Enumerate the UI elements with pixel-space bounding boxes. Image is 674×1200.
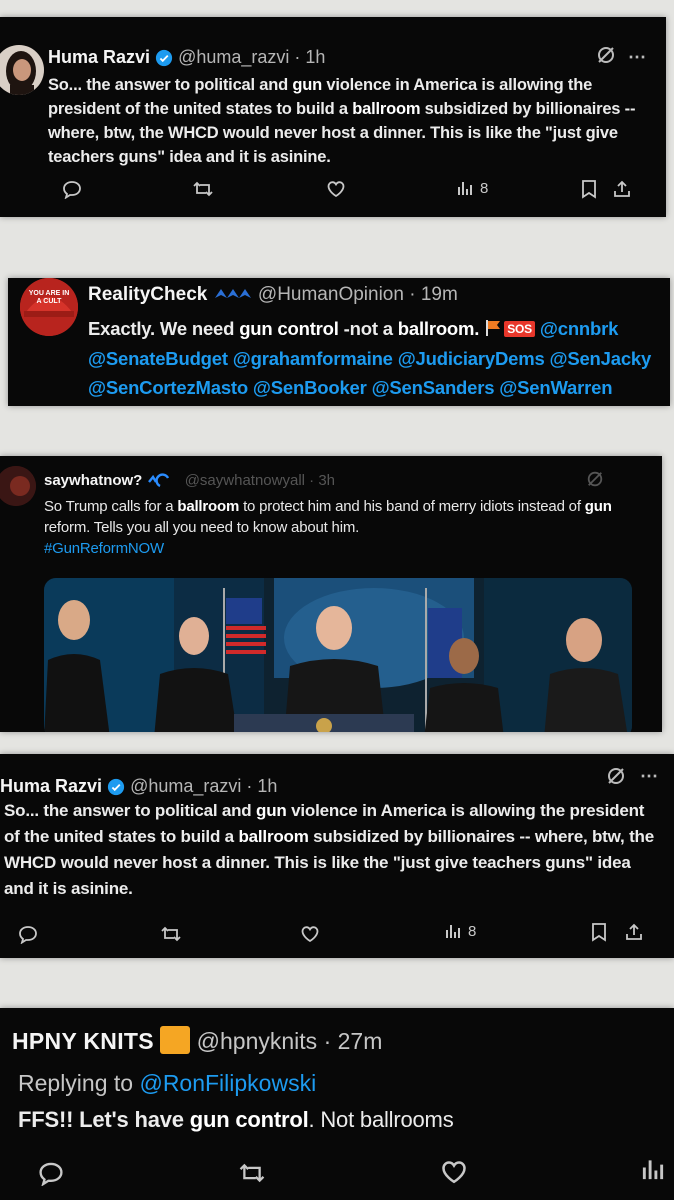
tweet-header: saywhatnow? @saywhatnowyall · 3h	[44, 472, 335, 489]
views-count: 8	[480, 179, 489, 197]
orange-square-emoji-icon	[160, 1026, 191, 1054]
replying-to: Replying to @RonFilipkowski	[18, 1070, 317, 1096]
display-name[interactable]: HPNY KNITS	[12, 1028, 154, 1054]
avatar[interactable]	[0, 45, 44, 95]
share-icon	[626, 923, 642, 940]
avatar[interactable]: YOU ARE IN A CULT	[20, 278, 78, 336]
share-icon	[614, 180, 630, 197]
bookmark-button[interactable]	[590, 922, 608, 942]
avatar-photo-icon	[0, 45, 44, 95]
reply-icon	[63, 181, 81, 199]
handle[interactable]: @hpnyknits	[197, 1028, 318, 1054]
repost-icon	[239, 1163, 265, 1183]
display-name[interactable]: RealityCheck	[88, 284, 207, 305]
views-button[interactable]: 8	[456, 179, 488, 197]
timestamp[interactable]: · 27m	[324, 1028, 383, 1054]
avatar-photo-icon	[0, 466, 36, 506]
bookmark-button[interactable]	[580, 179, 598, 199]
views-bar-icon	[458, 182, 472, 195]
verified-badge-icon	[155, 50, 173, 67]
more-icon[interactable]: ⋯	[640, 766, 658, 787]
attached-photo[interactable]	[44, 578, 632, 732]
press-event-photo-icon	[44, 578, 632, 732]
share-button[interactable]	[612, 179, 632, 199]
share-button[interactable]	[624, 922, 644, 942]
reply-icon	[39, 1162, 63, 1186]
views-bar-icon	[446, 925, 460, 938]
avatar[interactable]	[0, 466, 36, 506]
timestamp[interactable]: · 1h	[246, 776, 277, 796]
grok-icon[interactable]	[606, 766, 626, 791]
timestamp[interactable]: · 19m	[409, 284, 458, 305]
bookmark-icon	[592, 923, 606, 942]
heart-icon	[327, 181, 345, 198]
handle[interactable]: @saywhatnowyall	[185, 472, 305, 489]
views-count: 8	[468, 922, 477, 940]
reply-icon	[19, 926, 37, 944]
reply-button[interactable]	[18, 924, 38, 944]
like-button[interactable]	[300, 924, 320, 944]
display-name[interactable]: Huma Razvi	[48, 47, 150, 67]
display-name[interactable]: saywhatnow?	[44, 472, 142, 489]
mention-line[interactable]: @SenCortezMasto @SenBooker @SenSanders @…	[88, 377, 613, 398]
tweet-header: Huma Razvi @huma_razvi · 1h	[48, 47, 325, 68]
reply-button[interactable]	[38, 1160, 64, 1186]
mention-line[interactable]: @SenateBudget @grahamformaine @Judiciary…	[88, 348, 651, 369]
views-bar-icon	[642, 1160, 664, 1180]
tweet-card-1[interactable]: Huma Razvi @huma_razvi · 1h ⋯ So... the …	[0, 17, 666, 217]
bookmark-icon	[582, 180, 596, 199]
like-button[interactable]	[326, 179, 346, 199]
repost-button[interactable]	[238, 1160, 266, 1186]
heart-icon	[442, 1161, 466, 1184]
handle[interactable]: @HumanOpinion	[258, 284, 404, 305]
reply-target-link[interactable]: @RonFilipkowski	[139, 1070, 316, 1096]
tweet-card-3[interactable]: saywhatnow? @saywhatnowyall · 3h So Trum…	[0, 456, 662, 732]
verified-badge-icon	[107, 779, 125, 796]
red-cap-icon	[20, 278, 78, 336]
grok-icon[interactable]	[596, 45, 616, 70]
tweet-card-4[interactable]: Huma Razvi @huma_razvi · 1h ⋯ So... the …	[0, 754, 674, 958]
wave-emoji-icon	[147, 473, 169, 488]
heart-icon	[301, 926, 319, 943]
timestamp[interactable]: · 1h	[294, 47, 325, 67]
mention[interactable]: @cnnbrk	[540, 318, 619, 339]
tweet-header: Huma Razvi @huma_razvi · 1h	[0, 776, 277, 797]
tweet-text: FFS!! Let's have gun control. Not ballro…	[18, 1107, 454, 1132]
tweet-header: HPNY KNITS @hpnyknits · 27m	[12, 1026, 382, 1055]
tweet-text: So... the answer to political and gun vi…	[4, 801, 654, 898]
handle[interactable]: @huma_razvi	[178, 47, 289, 67]
repost-button[interactable]	[160, 924, 182, 944]
tweet-header: RealityCheck @HumanOpinion · 19m	[88, 284, 458, 306]
repost-icon	[161, 926, 181, 942]
avatar-caption: YOU ARE IN A CULT	[28, 290, 70, 305]
tweet-text: Exactly. We need gun control -not a ball…	[88, 318, 652, 398]
blue-wave-emoji-icon	[214, 288, 251, 298]
repost-icon	[193, 181, 213, 197]
views-button[interactable]	[640, 1156, 666, 1182]
grok-icon[interactable]	[586, 470, 604, 493]
display-name[interactable]: Huma Razvi	[0, 776, 102, 796]
tweet-card-5[interactable]: HPNY KNITS @hpnyknits · 27m Replying to …	[0, 1008, 674, 1200]
timestamp[interactable]: · 3h	[309, 472, 335, 489]
sos-badge: SOS	[504, 321, 535, 337]
hashtag[interactable]: #GunReformNOW	[44, 540, 164, 557]
views-button[interactable]: 8	[444, 922, 476, 940]
tweet-card-2[interactable]: YOU ARE IN A CULT RealityCheck @HumanOpi…	[8, 278, 670, 406]
more-icon[interactable]: ⋯	[628, 47, 646, 68]
orange-flag-icon	[486, 320, 501, 336]
handle[interactable]: @huma_razvi	[130, 776, 241, 796]
tweet-text: So... the answer to political and gun vi…	[48, 76, 636, 166]
reply-button[interactable]	[62, 179, 82, 199]
repost-button[interactable]	[192, 179, 214, 199]
tweet-text: So Trump calls for a ballroom to protect…	[44, 498, 612, 557]
like-button[interactable]	[440, 1158, 468, 1186]
